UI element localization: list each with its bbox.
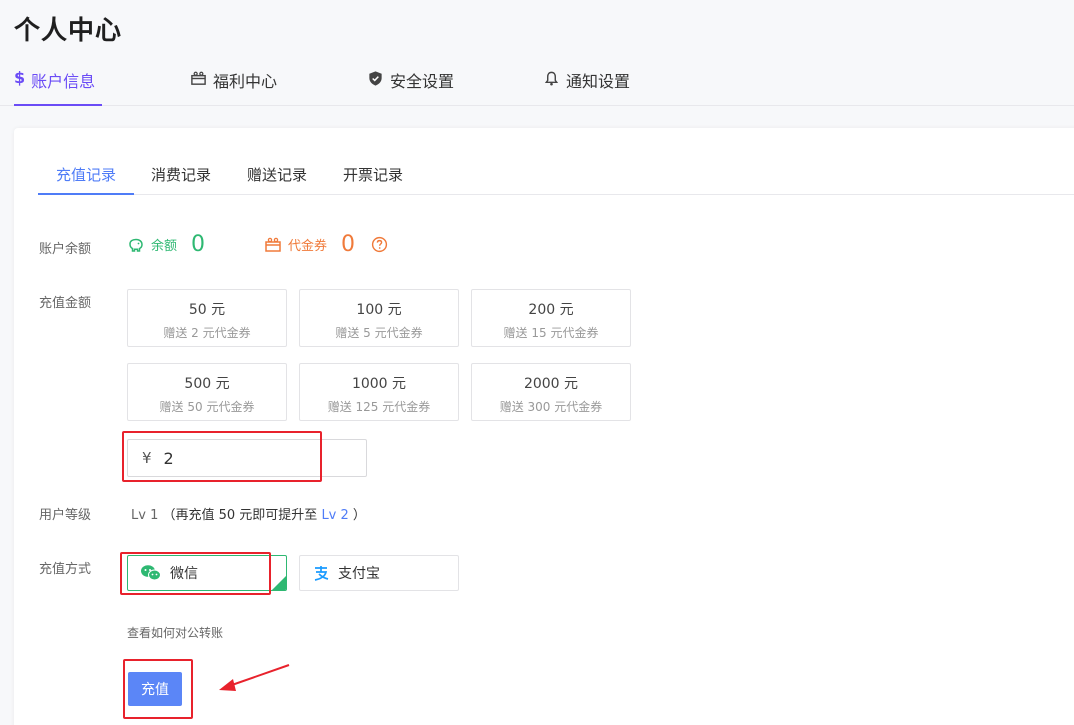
amount-option-500[interactable]: 500 元 赠送 50 元代金券 (127, 363, 287, 421)
piggy-bank-icon (129, 238, 143, 252)
pay-alipay-button[interactable]: 支付宝 (299, 555, 459, 591)
pay-method-label: 微信 (170, 566, 198, 582)
amount-value: 200 元 (528, 302, 574, 318)
tab-account-info[interactable]: $ 账户信息 (14, 68, 102, 106)
bell-icon (544, 71, 559, 86)
current-level: Lv 1 (131, 508, 159, 523)
amount-gift: 赠送 5 元代金券 (335, 326, 423, 340)
amount-option-200[interactable]: 200 元 赠送 15 元代金券 (471, 289, 631, 347)
selected-corner-mark (272, 576, 286, 590)
shield-icon (369, 71, 382, 86)
wechat-icon (141, 565, 161, 581)
pay-method-label: 支付宝 (338, 566, 380, 582)
sub-tab-bar: 充值记录 消费记录 赠送记录 开票记录 (38, 158, 1074, 195)
tab-label: 账户信息 (31, 72, 96, 91)
amount-gift: 赠送 50 元代金券 (159, 400, 255, 414)
cash-balance-label: 余额 (151, 239, 178, 254)
tab-label: 安全设置 (390, 72, 455, 91)
next-level: Lv 2 (321, 508, 349, 523)
tab-label: 福利中心 (213, 72, 278, 91)
balance-label: 账户余额 (39, 242, 92, 257)
amount-value: 500 元 (184, 376, 230, 392)
user-level-label: 用户等级 (39, 508, 92, 523)
subtab-consumption-records[interactable]: 消费记录 (151, 164, 211, 195)
voucher-balance-value: 0 (341, 232, 356, 257)
amount-value: 100 元 (356, 302, 402, 318)
tab-notification-settings[interactable]: 通知设置 (543, 68, 630, 106)
account-card: 充值记录 消费记录 赠送记录 开票记录 账户余额 余额 0 代金券 0 充值金额… (14, 128, 1074, 725)
tab-welfare-center[interactable]: 福利中心 (190, 68, 277, 106)
recharge-submit-button[interactable]: 充值 (128, 672, 182, 706)
alipay-icon (314, 566, 329, 581)
voucher-balance: 代金券 0 (264, 232, 388, 257)
level-hint-suffix: ） (352, 508, 366, 523)
annotation-arrow-icon (219, 664, 290, 691)
gift-icon (265, 237, 281, 252)
level-hint-prefix: （再充值 50 元即可提升至 (162, 508, 318, 523)
subtab-gift-records[interactable]: 赠送记录 (247, 164, 307, 195)
amount-gift: 赠送 125 元代金券 (327, 400, 431, 414)
amount-value: 2000 元 (523, 376, 579, 392)
amount-option-100[interactable]: 100 元 赠送 5 元代金券 (299, 289, 459, 347)
tab-label: 通知设置 (566, 72, 631, 91)
amount-value: 50 元 (188, 302, 226, 318)
voucher-balance-label: 代金券 (288, 239, 328, 254)
amount-gift: 赠送 2 元代金券 (163, 326, 251, 340)
gift-icon (191, 71, 206, 85)
payment-method-label: 充值方式 (39, 562, 92, 577)
user-level-info: Lv 1 （再充值 50 元即可提升至 Lv 2 ） (131, 504, 366, 523)
top-tab-bar: $ 账户信息 福利中心 安全设置 通知设置 (0, 56, 1074, 106)
amount-option-1000[interactable]: 1000 元 赠送 125 元代金券 (299, 363, 459, 421)
recharge-amount-label: 充值金额 (39, 296, 92, 311)
amount-value: 1000 元 (351, 376, 407, 392)
amount-gift: 赠送 15 元代金券 (503, 326, 599, 340)
cash-balance: 余额 0 (127, 232, 205, 257)
corporate-transfer-link[interactable]: 查看如何对公转账 (127, 624, 223, 641)
pay-wechat-button[interactable]: 微信 (127, 555, 287, 591)
custom-amount-field: ¥ (127, 439, 367, 477)
dollar-icon: $ (14, 68, 26, 87)
page-title: 个人中心 (14, 16, 123, 46)
help-icon[interactable] (371, 236, 388, 253)
amount-option-50[interactable]: 50 元 赠送 2 元代金券 (127, 289, 287, 347)
subtab-invoice-records[interactable]: 开票记录 (343, 164, 403, 195)
amount-option-2000[interactable]: 2000 元 赠送 300 元代金券 (471, 363, 631, 421)
cash-balance-value: 0 (191, 232, 206, 257)
yen-icon: ¥ (142, 449, 152, 467)
subtab-recharge-records[interactable]: 充值记录 (38, 164, 134, 195)
tab-security-settings[interactable]: 安全设置 (367, 68, 454, 106)
custom-amount-input[interactable] (163, 448, 324, 468)
amount-gift: 赠送 300 元代金券 (499, 400, 603, 414)
